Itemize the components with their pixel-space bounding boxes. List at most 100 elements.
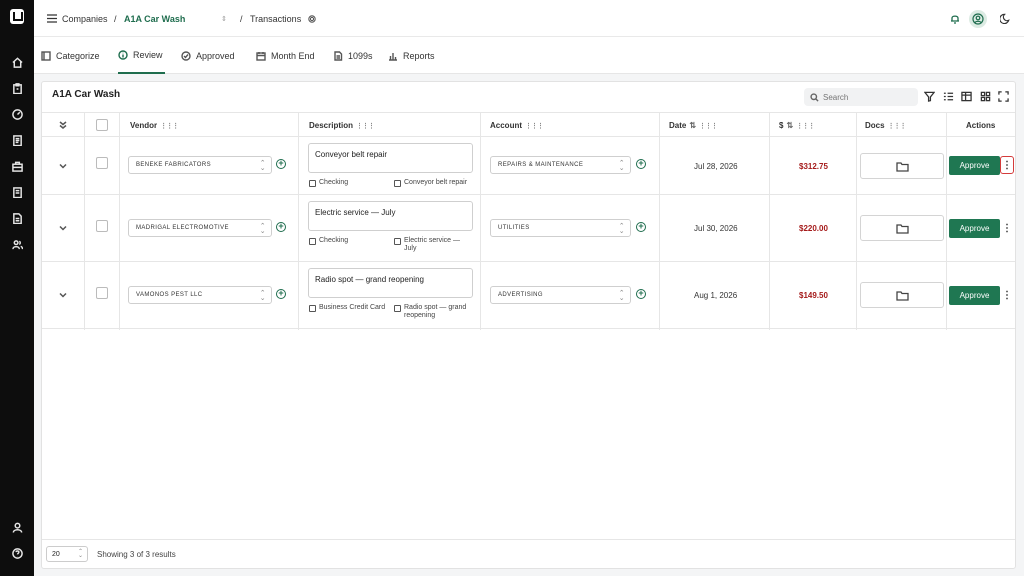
app-logo[interactable] — [10, 9, 24, 24]
drag-handle-icon[interactable]: ⋮⋮⋮ — [525, 122, 544, 130]
add-vendor-icon[interactable]: + — [276, 289, 286, 299]
tab-categorize[interactable]: Categorize — [41, 37, 100, 74]
account-select[interactable]: REPAIRS & MAINTENANCE ⌃ ⌄ — [490, 156, 631, 174]
tab-month-end[interactable]: Month End — [256, 37, 315, 74]
search-box[interactable] — [804, 88, 918, 106]
expand-row-icon[interactable] — [59, 224, 67, 232]
table-row: BENEKE FABRICATORS ⌃ ⌄ + Conveyor belt rep… — [42, 137, 1015, 195]
briefcase-icon[interactable] — [9, 158, 25, 174]
drag-handle-icon[interactable]: ⋮⋮⋮ — [796, 122, 815, 130]
chevron-updown-icon: ⌃ ⌄ — [618, 290, 625, 302]
drag-handle-icon[interactable]: ⋮⋮⋮ — [356, 122, 375, 130]
page-settings-icon[interactable] — [308, 0, 316, 37]
account-select[interactable]: ADVERTISING ⌃ ⌄ — [490, 286, 631, 304]
description-field[interactable]: Radio spot — grand reopening — [308, 268, 473, 298]
drag-handle-icon[interactable]: ⋮⋮⋮ — [699, 122, 718, 130]
expand-row-icon[interactable] — [59, 162, 67, 170]
clipboard-icon[interactable] — [9, 80, 25, 96]
user-profile-icon[interactable] — [9, 519, 25, 535]
add-account-icon[interactable]: + — [636, 222, 646, 232]
chevron-updown-icon: ⌃ ⌄ — [259, 223, 266, 235]
vendor-select[interactable]: MADRIGAL ELECTROMOTIVE ⌃ ⌄ — [128, 219, 272, 237]
document-icon — [394, 305, 401, 312]
check-circle-icon — [181, 50, 191, 61]
users-icon[interactable] — [9, 236, 25, 252]
column-label: $ — [779, 121, 784, 130]
grid-view-icon[interactable] — [979, 90, 991, 102]
tab-review[interactable]: Review — [118, 37, 165, 74]
calendar-icon — [256, 51, 266, 61]
more-actions-icon[interactable]: ⋮ — [1000, 286, 1014, 304]
account-value: UTILITIES — [498, 225, 530, 231]
expand-row-icon[interactable] — [59, 291, 67, 299]
column-header-description[interactable]: Description ⋮⋮⋮ — [309, 113, 375, 138]
more-actions-icon[interactable]: ⋮ — [1000, 156, 1014, 174]
account-avatar-icon[interactable] — [969, 0, 987, 37]
column-header-docs[interactable]: Docs ⋮⋮⋮ — [865, 113, 907, 138]
bar-chart-icon — [389, 52, 397, 61]
gauge-icon[interactable] — [9, 106, 25, 122]
sort-icon[interactable]: ⇅ — [786, 121, 793, 130]
bell-icon[interactable] — [950, 0, 960, 37]
transaction-amount: $312.75 — [799, 162, 828, 171]
breadcrumb-separator-2: / — [240, 13, 243, 24]
company-selector-chevron-icon[interactable]: ⇕ — [221, 0, 227, 37]
approve-button[interactable]: Approve — [949, 156, 1000, 175]
payment-source: Checking — [309, 237, 348, 245]
ledger-icon[interactable] — [9, 184, 25, 200]
add-vendor-icon[interactable]: + — [276, 159, 286, 169]
document-icon[interactable] — [9, 210, 25, 226]
row-checkbox[interactable] — [96, 220, 108, 232]
attach-document-button[interactable] — [860, 282, 944, 308]
breadcrumb-companies[interactable]: Companies — [62, 0, 108, 37]
tab-reports[interactable]: Reports — [388, 37, 435, 74]
search-input[interactable] — [823, 92, 908, 102]
add-vendor-icon[interactable]: + — [276, 222, 286, 232]
approve-button[interactable]: Approve — [949, 286, 1000, 305]
attach-document-button[interactable] — [860, 153, 944, 179]
chevron-updown-icon: ⌃ ⌄ — [618, 160, 625, 172]
page-size-select[interactable]: 20 ⌃ ⌄ — [46, 546, 88, 562]
company-selector[interactable]: A1A Car Wash — [124, 0, 185, 37]
approve-button[interactable]: Approve — [949, 219, 1000, 238]
transaction-date: Aug 1, 2026 — [694, 291, 738, 300]
table-header: Vendor ⋮⋮⋮ Description ⋮⋮⋮ Account ⋮⋮⋮ Date… — [42, 112, 1015, 137]
tab-label: Reports — [403, 50, 435, 61]
vendor-select[interactable]: VAMONOS PEST LLC ⌃ ⌄ — [128, 286, 272, 304]
expand-all-icon[interactable] — [59, 121, 67, 129]
sort-icon[interactable]: ⇅ — [689, 121, 696, 130]
top-bar: Companies / A1A Car Wash ⇕ / Transaction… — [34, 0, 1024, 37]
drag-handle-icon[interactable]: ⋮⋮⋮ — [160, 122, 179, 130]
help-icon[interactable] — [9, 545, 25, 561]
receipt-icon[interactable] — [9, 132, 25, 148]
description-field[interactable]: Conveyor belt repair — [308, 143, 473, 173]
drag-handle-icon[interactable]: ⋮⋮⋮ — [888, 122, 907, 130]
memo: Radio spot — grand reopening — [394, 304, 472, 320]
select-all-checkbox[interactable] — [96, 119, 108, 131]
menu-icon[interactable] — [47, 0, 57, 37]
column-header-vendor[interactable]: Vendor ⋮⋮⋮ — [130, 113, 179, 138]
list-view-icon[interactable] — [942, 90, 954, 102]
row-checkbox[interactable] — [96, 157, 108, 169]
fullscreen-icon[interactable] — [997, 90, 1009, 102]
add-account-icon[interactable]: + — [636, 159, 646, 169]
tab-approved[interactable]: Approved — [181, 37, 235, 74]
dark-mode-icon[interactable] — [1000, 0, 1011, 37]
description-field[interactable]: Electric service — July — [308, 201, 473, 231]
folder-icon — [895, 223, 909, 234]
row-checkbox[interactable] — [96, 287, 108, 299]
vendor-select[interactable]: BENEKE FABRICATORS ⌃ ⌄ — [128, 156, 272, 174]
column-header-date[interactable]: Date ⇅ ⋮⋮⋮ — [669, 113, 718, 138]
column-header-account[interactable]: Account ⋮⋮⋮ — [490, 113, 544, 138]
table-columns-icon[interactable] — [960, 90, 972, 102]
attach-document-button[interactable] — [860, 215, 944, 241]
account-select[interactable]: UTILITIES ⌃ ⌄ — [490, 219, 631, 237]
home-icon[interactable] — [9, 54, 25, 70]
column-label: Docs — [865, 121, 885, 130]
memo-label: Conveyor belt repair — [404, 179, 468, 186]
tab-1099s[interactable]: 1099s — [333, 37, 373, 74]
column-header-amount[interactable]: $ ⇅ ⋮⋮⋮ — [779, 113, 815, 138]
more-actions-icon[interactable]: ⋮ — [1000, 219, 1014, 237]
add-account-icon[interactable]: + — [636, 289, 646, 299]
filter-icon[interactable] — [923, 90, 935, 102]
